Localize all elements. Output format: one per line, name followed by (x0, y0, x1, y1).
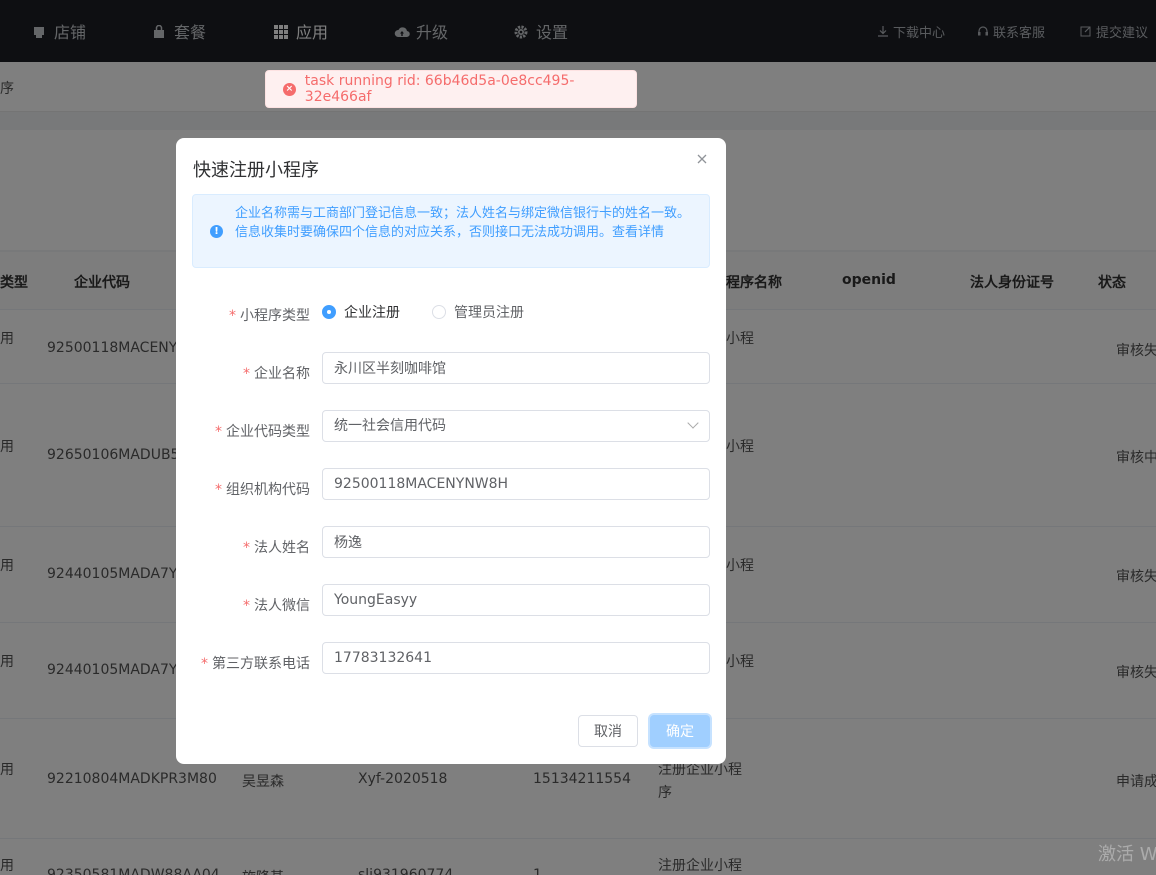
code-type-select[interactable]: 统一社会信用代码 (322, 410, 710, 442)
radio-enterprise-register[interactable]: 企业注册 (322, 302, 400, 322)
form-label-type: * 小程序类型 (229, 308, 310, 324)
legal-name-input[interactable] (322, 526, 710, 558)
confirm-button[interactable]: 确定 (650, 715, 710, 747)
company-name-input[interactable] (322, 352, 710, 384)
form-label-phone: * 第三方联系电话 (201, 656, 310, 672)
close-icon[interactable] (694, 152, 710, 168)
info-alert: ! 企业名称需与工商部门登记信息一致；法人姓名与绑定微信银行卡的姓名一致。信息收… (192, 194, 710, 268)
form-label-legal-wechat: * 法人微信 (243, 598, 310, 614)
radio-dot (322, 305, 336, 319)
alert-text: 企业名称需与工商部门登记信息一致；法人姓名与绑定微信银行卡的姓名一致。信息收集时… (235, 206, 691, 240)
form-label-code-type: * 企业代码类型 (215, 424, 310, 440)
radio-label: 管理员注册 (454, 305, 524, 321)
radio-admin-register[interactable]: 管理员注册 (432, 302, 524, 322)
form-label-legal-name: * 法人姓名 (243, 540, 310, 556)
cancel-button[interactable]: 取消 (578, 715, 638, 747)
activation-watermark: 激活 W (1098, 844, 1156, 865)
phone-input[interactable] (322, 642, 710, 674)
chevron-down-icon (687, 417, 699, 429)
toast-message: task running rid: 66b46d5a-0e8cc495-32e4… (304, 73, 575, 105)
select-value: 统一社会信用代码 (334, 418, 446, 434)
radio-dot (432, 305, 446, 319)
form-label-company: * 企业名称 (243, 366, 310, 382)
radio-label: 企业注册 (344, 305, 400, 321)
info-icon: ! (210, 225, 223, 238)
form-label-org-code: * 组织机构代码 (215, 482, 310, 498)
legal-wechat-input[interactable] (322, 584, 710, 616)
error-icon: × (283, 82, 296, 96)
dialog-title: 快速注册小程序 (193, 160, 319, 181)
register-miniprogram-dialog: 快速注册小程序 ! 企业名称需与工商部门登记信息一致；法人姓名与绑定微信银行卡的… (176, 138, 726, 764)
org-code-input[interactable] (322, 468, 710, 500)
error-toast: × task running rid: 66b46d5a-0e8cc495-32… (265, 70, 637, 108)
